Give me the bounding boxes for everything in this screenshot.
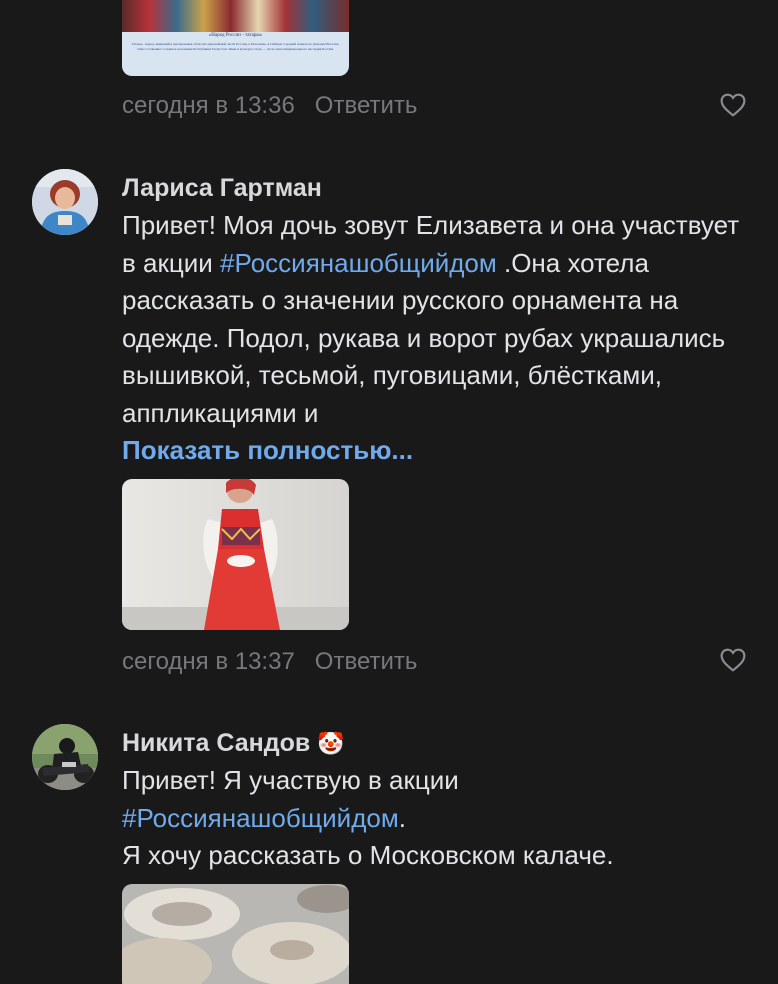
comment-photo[interactable] xyxy=(122,479,349,630)
heart-icon[interactable] xyxy=(720,93,746,117)
comment-photo[interactable] xyxy=(122,884,349,984)
comment-text-line: Привет! Я участвую в акции xyxy=(122,765,459,795)
comment-text-line: #Россиянашобщийдом. xyxy=(122,800,742,838)
reply-button[interactable]: Ответить xyxy=(315,92,418,119)
avatar-photo xyxy=(32,724,98,790)
reply-button[interactable]: Ответить xyxy=(315,648,418,675)
comment-text-part: . xyxy=(398,802,406,833)
poster-photo xyxy=(122,0,349,32)
comment-text: Привет! Моя дочь зовут Елизавета и она у… xyxy=(122,207,742,432)
heart-icon[interactable] xyxy=(720,648,746,672)
hashtag-link[interactable]: #Россиянашобщийдом xyxy=(122,803,399,833)
comment-meta: сегодня в 13:36 Ответить xyxy=(122,92,417,120)
comment-text: Привет! Я участвую в акции #Россиянашобщ… xyxy=(122,762,742,875)
avatar-photo xyxy=(32,169,98,235)
hashtag-link[interactable]: #Россиянашобщийдом xyxy=(220,248,497,278)
comment-meta: сегодня в 13:37 Ответить xyxy=(122,648,417,676)
timestamp: сегодня в 13:36 xyxy=(122,92,295,119)
avatar[interactable] xyxy=(32,169,98,235)
comment-text-line: Я хочу рассказать о Московском калаче. xyxy=(122,840,614,870)
author-name: Никита Сандов xyxy=(122,729,311,757)
avatar[interactable] xyxy=(32,724,98,790)
show-more-link[interactable]: Показать полностью... xyxy=(122,435,413,466)
comment-author[interactable]: Лариса Гартман xyxy=(122,174,322,203)
girl-in-costume-image xyxy=(122,479,349,630)
post-image[interactable]: «Народ России - татары» Татары - народ, … xyxy=(122,0,349,76)
poster-caption: «Народ России - татары» xyxy=(208,33,263,38)
poster-text: Татары - народ, живущий в центральных об… xyxy=(131,42,340,51)
kalach-bread-image xyxy=(122,884,349,984)
author-emoji: 🤡 xyxy=(317,731,345,756)
comment-author[interactable]: Никита Сандов 🤡 xyxy=(122,729,345,758)
timestamp: сегодня в 13:37 xyxy=(122,648,295,675)
